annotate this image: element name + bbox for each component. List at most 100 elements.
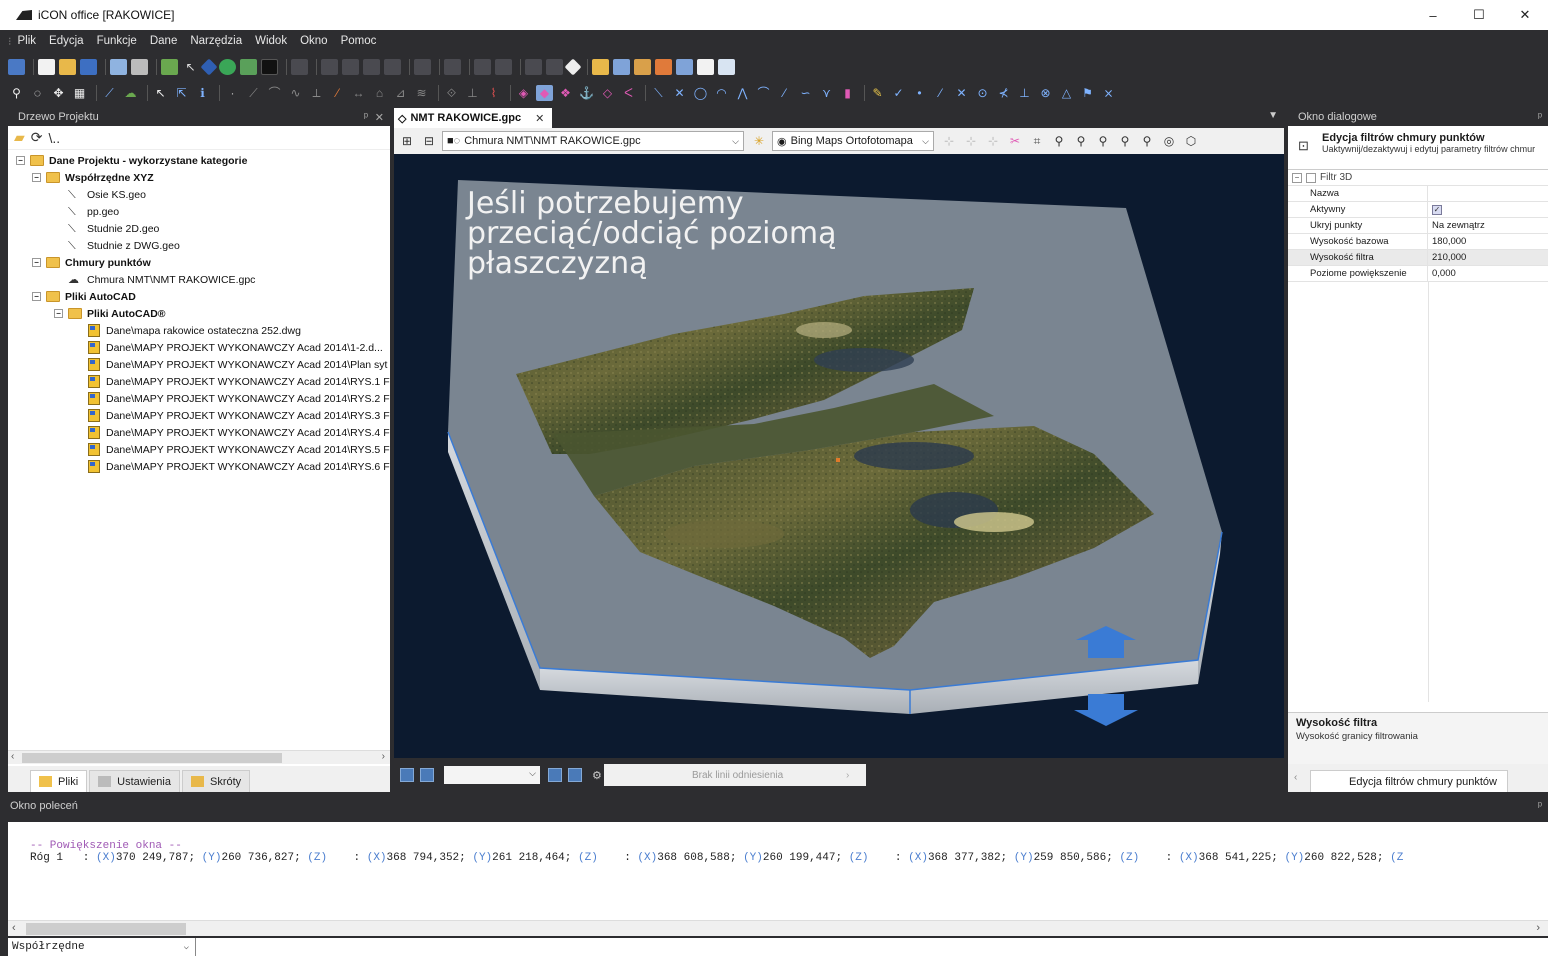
- measure-icon[interactable]: [546, 59, 563, 75]
- property-value[interactable]: 180,000: [1428, 234, 1548, 249]
- snap-1-icon[interactable]: ⊹: [940, 133, 958, 149]
- window-layout-2-icon[interactable]: [613, 59, 630, 75]
- last-page-button[interactable]: [568, 768, 582, 782]
- scroll-left-icon[interactable]: ‹: [12, 922, 16, 934]
- tree-node[interactable]: Dane\MAPY PROJEKT WYKONAWCZY Acad 2014\R…: [8, 424, 390, 441]
- paste-icon[interactable]: [363, 59, 380, 75]
- arc-tool-icon[interactable]: ◠: [713, 85, 730, 101]
- perpendicular-tool-icon[interactable]: ⊥: [1016, 85, 1033, 101]
- cross-tool-icon[interactable]: ✕: [671, 85, 688, 101]
- active-checkbox[interactable]: ✓: [1428, 202, 1548, 217]
- offset-icon[interactable]: ⁄: [329, 85, 346, 101]
- property-row[interactable]: Poziome powiększenie 0,000: [1288, 266, 1548, 282]
- cloud-filter-3-icon[interactable]: ❖: [557, 85, 574, 101]
- refresh-tree-icon[interactable]: ⟳: [31, 129, 43, 146]
- check-tool-icon[interactable]: ✓: [890, 85, 907, 101]
- polyline-icon[interactable]: ⟋: [245, 85, 262, 101]
- property-row[interactable]: Aktywny ✓: [1288, 202, 1548, 218]
- 3d-view-icon[interactable]: ⬡: [1182, 133, 1200, 149]
- checkbox-icon[interactable]: ✓: [1432, 204, 1442, 215]
- filter-enable-checkbox[interactable]: [1306, 172, 1316, 183]
- select-info-icon[interactable]: ℹ: [194, 85, 211, 101]
- tree-node[interactable]: ⟍ Osie KS.geo: [8, 186, 390, 203]
- window-layout-6-icon[interactable]: [697, 59, 714, 75]
- spline-icon[interactable]: ∿: [287, 85, 304, 101]
- tree-node[interactable]: Dane\MAPY PROJEKT WYKONAWCZY Acad 2014\R…: [8, 407, 390, 424]
- input-mode-select[interactable]: Współrzędne ⌵: [8, 938, 196, 956]
- scroll-right-icon[interactable]: ›: [382, 751, 385, 762]
- command-scrollbar[interactable]: ‹ ›: [8, 920, 1548, 936]
- tree-node[interactable]: ⟍ Studnie z DWG.geo: [8, 237, 390, 254]
- zoom-previous-icon[interactable]: ⚲: [1138, 133, 1156, 149]
- property-value[interactable]: Na zewnątrz: [1428, 218, 1548, 233]
- save-icon[interactable]: [80, 59, 97, 75]
- triangle-tool-icon[interactable]: △: [1058, 85, 1075, 101]
- paste-special-icon[interactable]: [384, 59, 401, 75]
- menu-edycja[interactable]: Edycja: [49, 35, 84, 47]
- scroll-thumb[interactable]: [22, 753, 282, 763]
- delete-icon[interactable]: [414, 59, 431, 75]
- tab-scroll-left-icon[interactable]: ‹: [1294, 772, 1297, 783]
- zigzag-tool-icon[interactable]: ⋎: [818, 85, 835, 101]
- cursor-tool-icon[interactable]: ↖: [182, 59, 199, 75]
- tree-node[interactable]: − Dane Projektu - wykorzystane kategorie: [8, 152, 390, 169]
- collapse-icon[interactable]: −: [54, 309, 63, 318]
- scroll-left-icon[interactable]: ‹: [11, 751, 14, 762]
- snap-3-icon[interactable]: ⊹: [984, 133, 1002, 149]
- tree-node[interactable]: − Pliki AutoCAD®: [8, 305, 390, 322]
- project-icon[interactable]: [8, 59, 25, 75]
- copy-icon[interactable]: [342, 59, 359, 75]
- prev-page-button[interactable]: [420, 768, 434, 782]
- add-folder-icon[interactable]: ▰: [14, 129, 25, 146]
- menu-widok[interactable]: Widok: [255, 35, 287, 47]
- import-icon[interactable]: [161, 59, 178, 75]
- basemap-select[interactable]: ◉ Bing Maps Ortofotomapa ⌵: [772, 131, 934, 151]
- window-layout-4-icon[interactable]: [655, 59, 672, 75]
- collapse-icon[interactable]: −: [32, 292, 41, 301]
- zoom-out-icon[interactable]: ⚲: [1094, 133, 1112, 149]
- cloud-filter-2-icon[interactable]: ◆: [536, 85, 553, 101]
- target-tool-icon[interactable]: ⊙: [974, 85, 991, 101]
- wave-tool-icon[interactable]: ∽: [797, 85, 814, 101]
- print-preview-icon[interactable]: [110, 59, 127, 75]
- transfer-icon[interactable]: [240, 59, 257, 75]
- find-icon[interactable]: [444, 59, 461, 75]
- snap-2-icon[interactable]: ⊹: [962, 133, 980, 149]
- tree-node[interactable]: − Pliki AutoCAD: [8, 288, 390, 305]
- grid-icon[interactable]: ▦: [71, 85, 88, 101]
- collapse-icon[interactable]: −: [1292, 172, 1302, 183]
- property-value[interactable]: [1428, 186, 1548, 201]
- circle-tool-icon[interactable]: ◯: [692, 85, 709, 101]
- render-icon[interactable]: ◎: [1160, 133, 1178, 149]
- icon-logo-icon[interactable]: [261, 59, 278, 75]
- flag-tool-icon[interactable]: ⚑: [1079, 85, 1096, 101]
- paint-tool-icon[interactable]: ▮: [839, 85, 856, 101]
- reference-arrow-icon[interactable]: ›: [846, 770, 849, 781]
- layer-select[interactable]: ■◌ Chmura NMT\NMT RAKOWICE.gpc ⌵: [442, 131, 744, 151]
- open-folder-icon[interactable]: [59, 59, 76, 75]
- close-tab-icon[interactable]: ✕: [535, 112, 544, 125]
- next-page-button[interactable]: [548, 768, 562, 782]
- tree-node[interactable]: Dane\MAPY PROJEKT WYKONAWCZY Acad 2014\P…: [8, 356, 390, 373]
- dot-tool-icon[interactable]: •: [911, 85, 928, 101]
- pointcloud-icon[interactable]: ☁: [122, 85, 139, 101]
- diag-tool-icon[interactable]: ⁄: [776, 85, 793, 101]
- layer-icon[interactable]: [200, 58, 218, 76]
- property-row[interactable]: Nazwa: [1288, 186, 1548, 202]
- clear-tool-icon[interactable]: ⨯: [1100, 85, 1117, 101]
- profile-icon[interactable]: ⟐: [443, 85, 460, 101]
- new-file-icon[interactable]: [38, 59, 55, 75]
- property-value[interactable]: 0,000: [1428, 266, 1548, 281]
- zoom-in-icon[interactable]: ⚲: [1072, 133, 1090, 149]
- cloud-filter-5-icon[interactable]: ◇: [599, 85, 616, 101]
- pencil-tool-icon[interactable]: ✎: [869, 85, 886, 101]
- view-settings-icon[interactable]: ⊞: [398, 133, 416, 149]
- window-layout-1-icon[interactable]: [592, 59, 609, 75]
- first-page-button[interactable]: [400, 768, 414, 782]
- collapse-icon[interactable]: −: [32, 173, 41, 182]
- window-layout-5-icon[interactable]: [676, 59, 693, 75]
- menu-funkcje[interactable]: Funkcje: [97, 35, 137, 47]
- slash-tool-icon[interactable]: ⁄: [932, 85, 949, 101]
- select-icon[interactable]: ↖: [152, 85, 169, 101]
- tree-node[interactable]: ⟍ Studnie 2D.geo: [8, 220, 390, 237]
